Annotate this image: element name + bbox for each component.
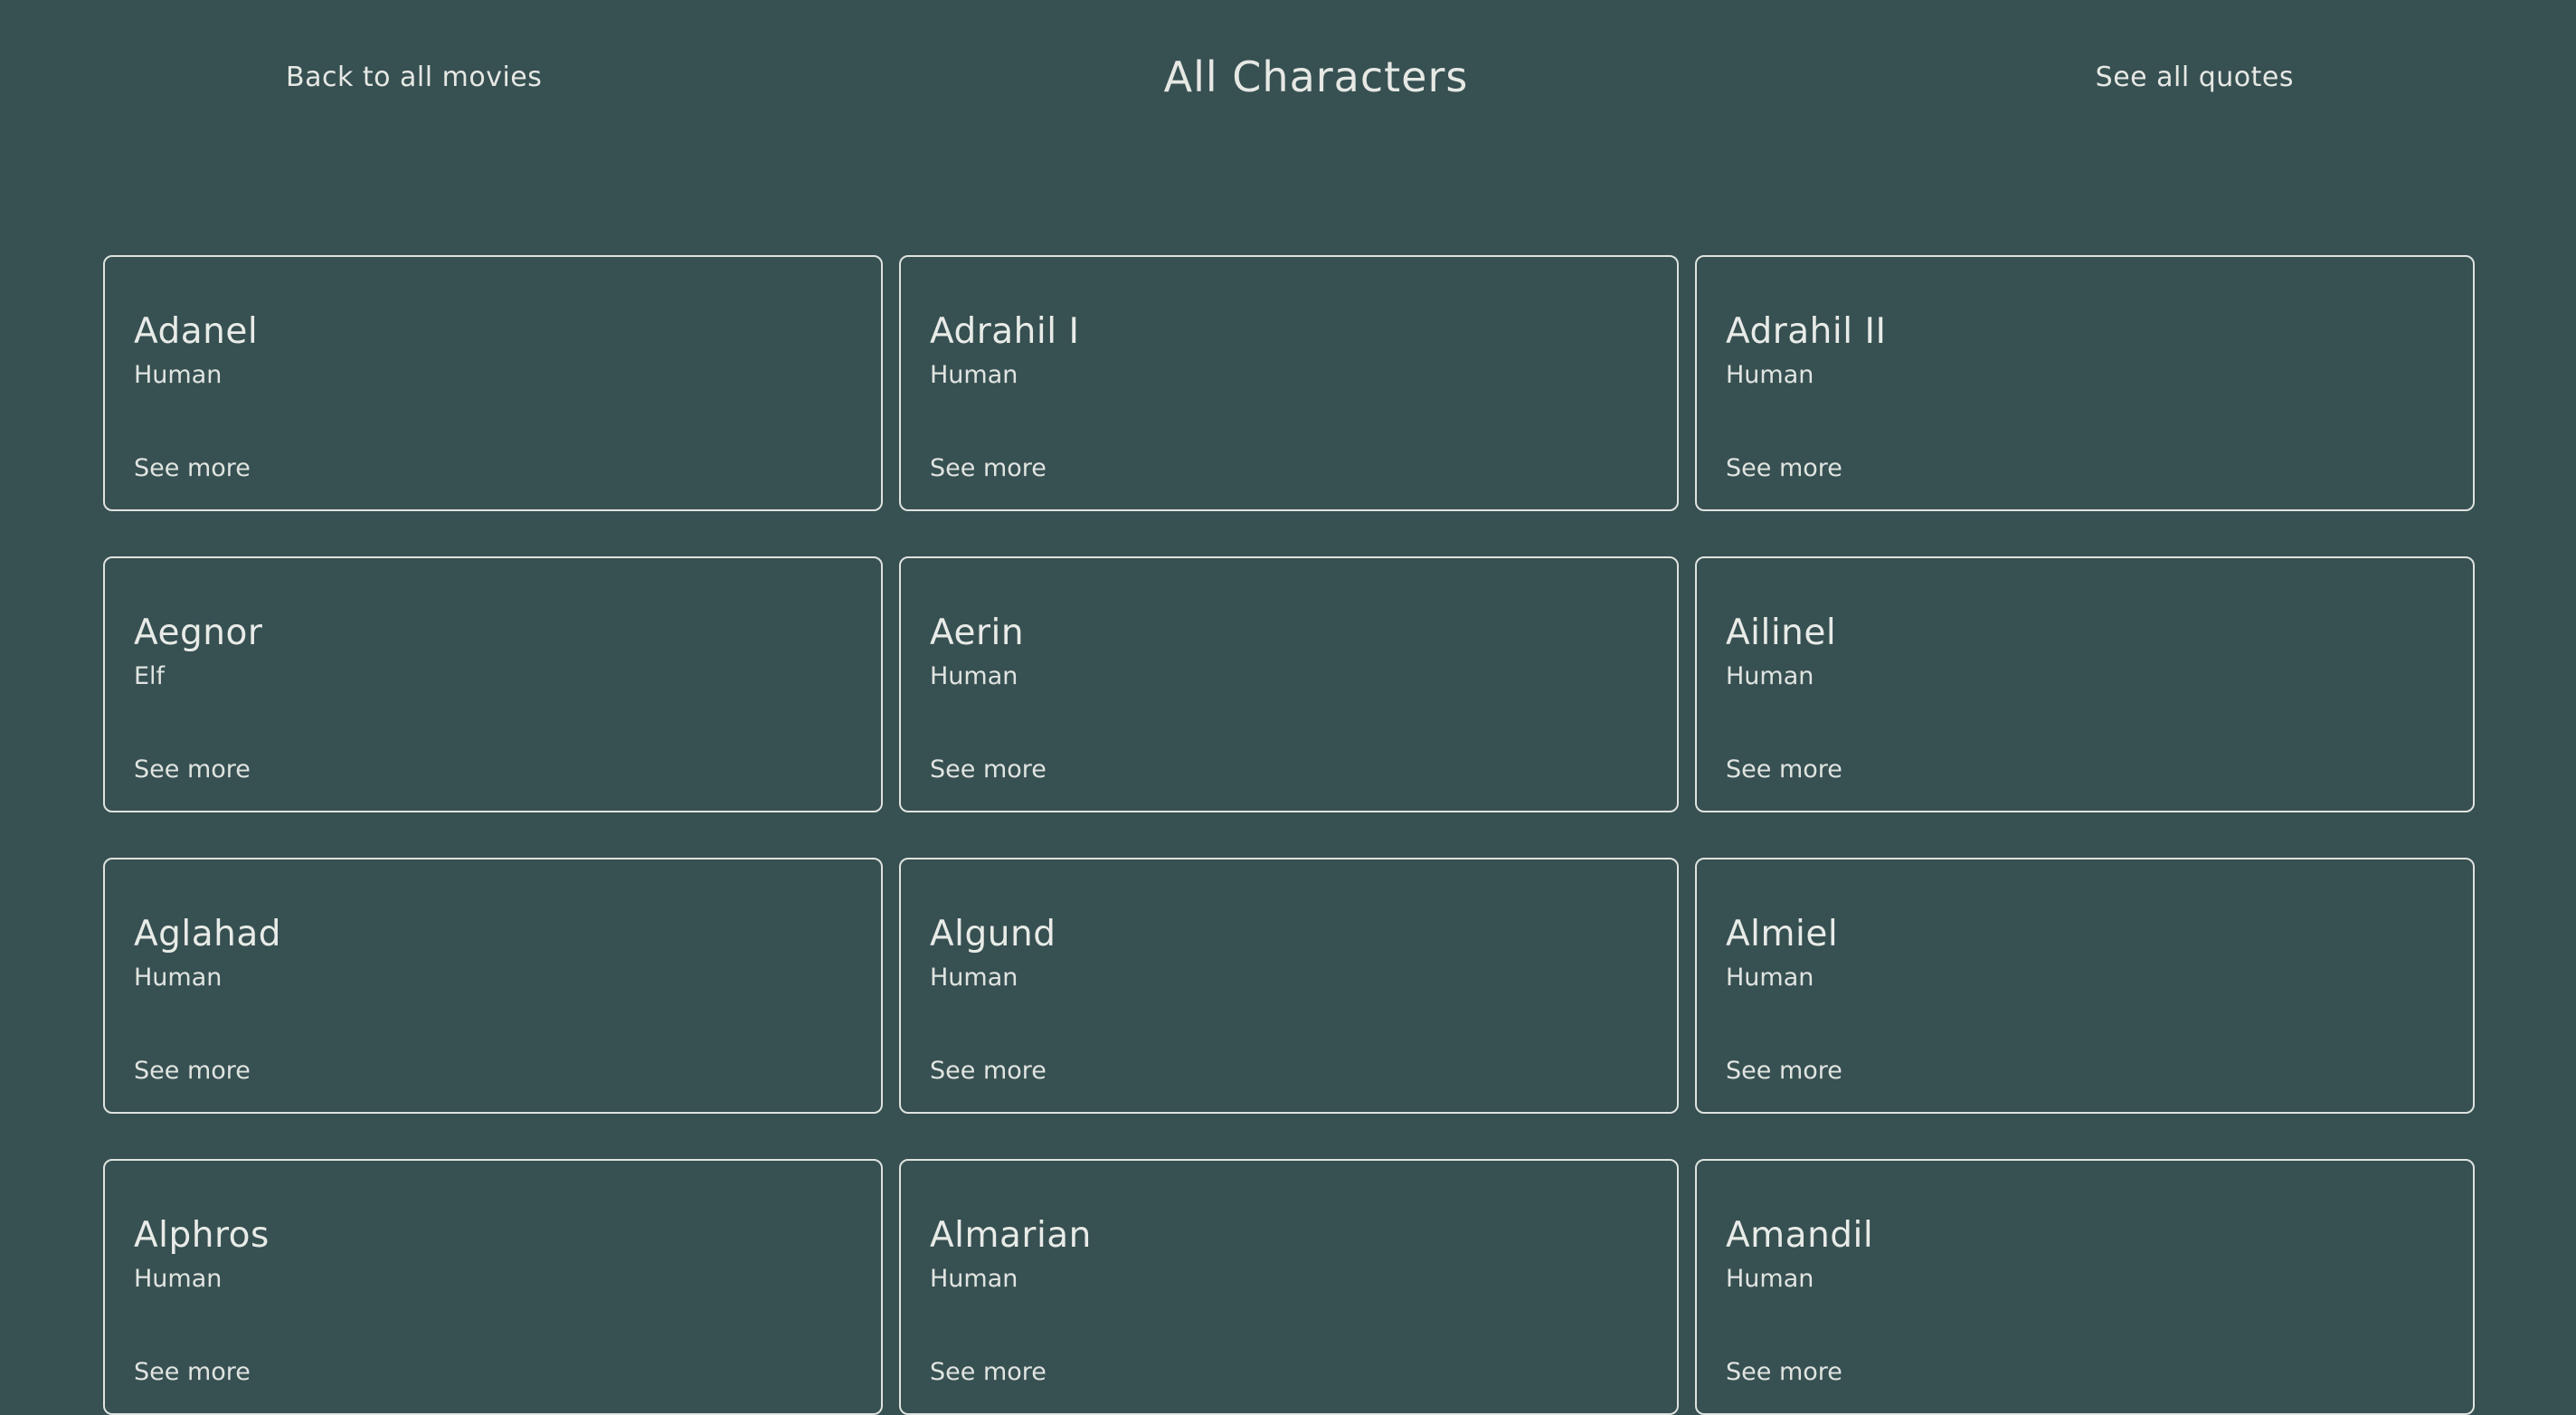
character-name: Adrahil I bbox=[930, 311, 1080, 352]
character-name: Algund bbox=[930, 914, 1056, 954]
character-name: Ailinel bbox=[1726, 613, 1837, 653]
character-name: Aerin bbox=[930, 613, 1025, 653]
character-card: Adrahil II Human See more bbox=[1695, 255, 2475, 511]
character-race: Human bbox=[930, 964, 1018, 992]
character-card: Almarian Human See more bbox=[899, 1159, 1679, 1415]
see-more-link[interactable]: See more bbox=[1726, 1057, 1842, 1085]
character-race: Human bbox=[134, 361, 223, 389]
page-header: Back to all movies All Characters See al… bbox=[0, 0, 2576, 163]
character-race: Human bbox=[1726, 662, 1814, 690]
character-card: Aerin Human See more bbox=[899, 556, 1679, 812]
character-card: Almiel Human See more bbox=[1695, 858, 2475, 1114]
see-more-link[interactable]: See more bbox=[1726, 454, 1842, 482]
character-race: Human bbox=[134, 1265, 223, 1293]
see-more-link[interactable]: See more bbox=[134, 1057, 251, 1085]
character-card: Adrahil I Human See more bbox=[899, 255, 1679, 511]
character-race: Elf bbox=[134, 662, 166, 690]
see-all-quotes-link[interactable]: See all quotes bbox=[2096, 62, 2294, 93]
character-name: Adrahil II bbox=[1726, 311, 1887, 352]
character-race: Human bbox=[134, 964, 223, 992]
see-more-link[interactable]: See more bbox=[930, 454, 1046, 482]
character-name: Almarian bbox=[930, 1215, 1092, 1256]
character-name: Almiel bbox=[1726, 914, 1839, 954]
character-card: Aegnor Elf See more bbox=[103, 556, 883, 812]
character-card: Ailinel Human See more bbox=[1695, 556, 2475, 812]
character-name: Amandil bbox=[1726, 1215, 1874, 1256]
character-card: Algund Human See more bbox=[899, 858, 1679, 1114]
character-race: Human bbox=[1726, 1265, 1814, 1293]
character-name: Adanel bbox=[134, 311, 259, 352]
character-race: Human bbox=[930, 361, 1018, 389]
character-name: Alphros bbox=[134, 1215, 270, 1256]
see-more-link[interactable]: See more bbox=[1726, 755, 1842, 783]
character-name: Aglahad bbox=[134, 914, 282, 954]
see-more-link[interactable]: See more bbox=[134, 454, 251, 482]
see-more-link[interactable]: See more bbox=[930, 1057, 1046, 1085]
see-more-link[interactable]: See more bbox=[134, 1358, 251, 1386]
see-more-link[interactable]: See more bbox=[930, 1358, 1046, 1386]
character-race: Human bbox=[930, 662, 1018, 690]
see-more-link[interactable]: See more bbox=[1726, 1358, 1842, 1386]
character-card: Amandil Human See more bbox=[1695, 1159, 2475, 1415]
character-race: Human bbox=[930, 1265, 1018, 1293]
character-card: Adanel Human See more bbox=[103, 255, 883, 511]
see-more-link[interactable]: See more bbox=[134, 755, 251, 783]
character-race: Human bbox=[1726, 361, 1814, 389]
character-card: Alphros Human See more bbox=[103, 1159, 883, 1415]
character-grid: Adanel Human See more Adrahil I Human Se… bbox=[103, 255, 2477, 1415]
character-name: Aegnor bbox=[134, 613, 263, 653]
character-race: Human bbox=[1726, 964, 1814, 992]
see-more-link[interactable]: See more bbox=[930, 755, 1046, 783]
character-card: Aglahad Human See more bbox=[103, 858, 883, 1114]
